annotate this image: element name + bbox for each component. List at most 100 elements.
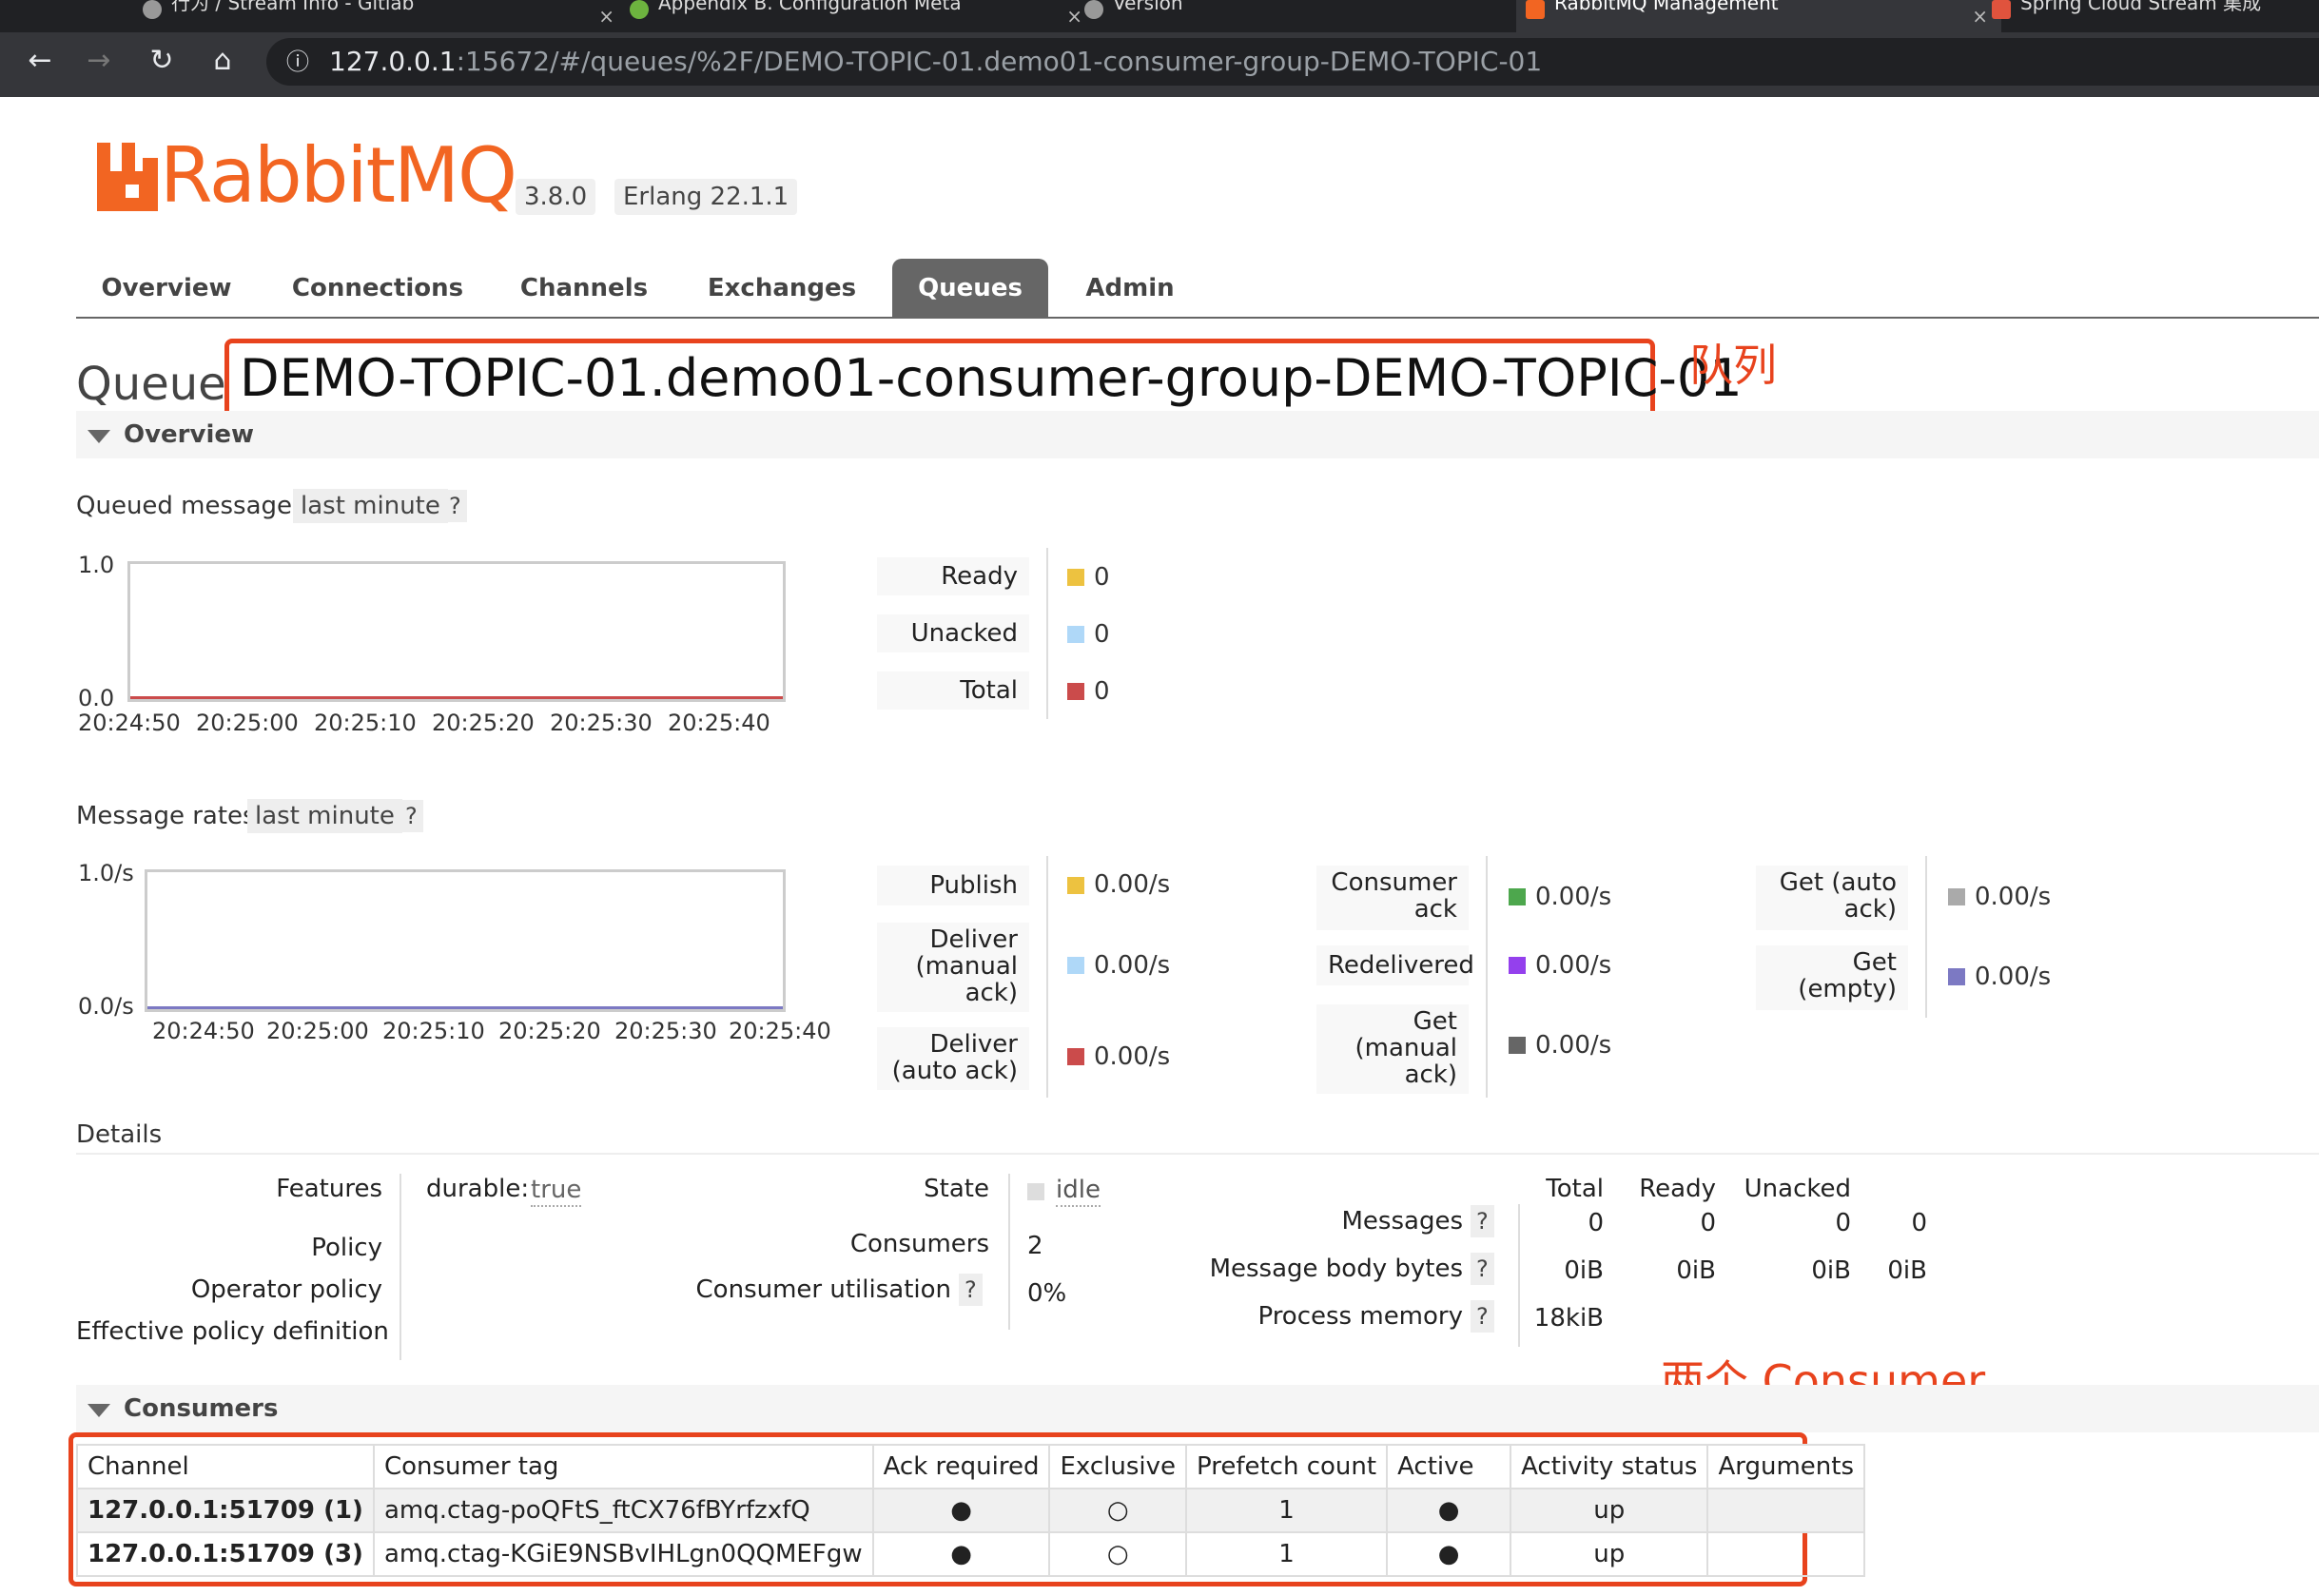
help-button[interactable]: ? [443,490,467,522]
messages-unacked: 0 [1835,1209,1851,1237]
tab-admin[interactable]: Admin [1073,259,1187,318]
legend-redelivered-swatch [1509,957,1526,974]
legend-get-empty-value: 0.00/s [1975,963,2052,991]
consumers-section-title[interactable]: Consumers [124,1385,278,1432]
queue-name: DEMO-TOPIC-01.demo01-consumer-group-DEMO… [240,348,1743,408]
operator-policy-label: Operator policy [190,1275,382,1304]
home-button[interactable]: ⌂ [204,42,242,80]
bytes-ready: 0iB [1676,1256,1716,1285]
url-text[interactable]: 127.0.0.1:15672/#/queues/%2F/DEMO-TOPIC-… [329,42,1542,82]
browser-tab[interactable]: 行为 / Stream Info - Gitlab × [133,0,628,32]
x-tick: 20:25:40 [729,1018,831,1044]
tab-connections[interactable]: Connections [278,259,477,318]
activity-status: up [1510,1531,1709,1577]
bytes-extra: 0iB [1887,1256,1927,1285]
help-button[interactable]: ? [1471,1300,1494,1333]
back-button[interactable]: ← [21,42,59,80]
erlang-badge: Erlang 22.1.1 [614,179,798,215]
forward-button[interactable]: → [80,42,118,80]
legend-deliver-manual-value: 0.00/s [1094,951,1171,980]
legend-ready-swatch [1067,569,1084,586]
x-tick: 20:25:40 [668,710,770,736]
details-divider-line [1008,1174,1010,1330]
legend-consumer-ack-swatch [1509,888,1526,905]
browser-tab[interactable]: Appendix B. Configuration Meta × [620,0,1096,32]
x-tick: 20:25:20 [498,1018,601,1044]
consumers-table-wrap: Channel Consumer tag Ack required Exclus… [76,1444,1866,1577]
x-tick: 20:24:50 [152,1018,255,1044]
process-memory-value: 18kiB [1533,1304,1604,1333]
arguments [1706,1488,1866,1533]
x-tick: 20:25:10 [314,710,417,736]
collapse-triangle-icon[interactable] [88,1404,110,1417]
reload-button[interactable]: ↻ [143,42,181,80]
tab-overview[interactable]: Overview [86,259,247,318]
browser-tab[interactable]: Spring Cloud Stream 集成 [1982,0,2319,32]
table-header-row: Channel Consumer tag Ack required Exclus… [76,1444,1866,1489]
help-button[interactable]: ? [399,800,423,832]
legend-divider [1925,856,1927,1018]
browser-tab-active[interactable]: RabbitMQ Management × [1516,0,2001,32]
x-tick: 20:24:50 [78,710,181,736]
browser-tab[interactable]: Version × [1075,0,1550,32]
collapse-triangle-icon[interactable] [88,430,110,443]
utilisation-label: Consumer utilisation [695,1275,951,1304]
consumers-value: 2 [1027,1232,1043,1260]
active-icon: ● [1386,1531,1512,1577]
channel-link[interactable]: 127.0.0.1:51709 (1) [76,1488,375,1533]
tab-queues[interactable]: Queues [892,259,1048,318]
durable-key: durable: [426,1175,530,1203]
consumers-label: Consumers [849,1230,989,1258]
x-tick: 20:25:30 [550,710,653,736]
close-icon[interactable]: × [598,0,614,32]
legend-deliver-manual-label: Deliver (manual ack) [877,923,1029,1012]
overview-section-header[interactable] [76,411,2319,458]
x-tick: 20:25:30 [614,1018,717,1044]
help-button[interactable]: ? [959,1274,983,1306]
legend-publish-label: Publish [877,866,1029,905]
messages-total: 0 [1588,1209,1604,1237]
legend-consumer-ack-value: 0.00/s [1535,883,1612,911]
range-selector[interactable]: last minute [247,799,402,833]
queued-messages-label: Queued messages [76,492,305,520]
activity-status: up [1510,1488,1709,1533]
col-active: Active [1386,1444,1512,1489]
site-info-icon[interactable]: ⓘ [282,46,314,78]
utilisation-value: 0% [1027,1279,1067,1308]
legend-get-manual-label: Get (manual ack) [1316,1004,1469,1094]
tab-favicon-icon [1992,0,2011,19]
col-arguments: Arguments [1706,1444,1866,1489]
tab-favicon-icon [143,0,162,19]
details-divider [76,1153,2319,1155]
policy-label: Policy [311,1234,382,1262]
messages-label: Messages [1341,1207,1464,1236]
details-divider-line [399,1174,401,1360]
overview-section-title[interactable]: Overview [124,411,254,458]
legend-unacked-swatch [1067,626,1084,643]
help-button[interactable]: ? [1471,1253,1494,1285]
exclusive-icon: ○ [1048,1531,1187,1577]
col-channel: Channel [76,1444,375,1489]
y-axis-max: 1.0 [78,552,115,578]
message-rates-chart [145,869,786,1012]
legend-total-label: Total [877,671,1029,710]
range-selector[interactable]: last minute [293,489,448,523]
help-button[interactable]: ? [1471,1205,1494,1237]
details-divider-line [1518,1204,1520,1347]
tab-label: RabbitMQ Management [1554,0,1779,14]
tab-favicon-icon [630,0,649,19]
tab-exchanges[interactable]: Exchanges [694,259,869,318]
col-unacked: Unacked [1744,1175,1851,1203]
prefetch-count: 1 [1184,1531,1389,1577]
tab-channels[interactable]: Channels [506,259,662,318]
chart-series-line [130,696,783,699]
legend-get-auto-label: Get (auto ack) [1756,866,1908,930]
channel-link[interactable]: 127.0.0.1:51709 (3) [76,1531,375,1577]
durable-value: true [531,1175,582,1207]
bytes-total: 0iB [1564,1256,1604,1285]
table-row: 127.0.0.1:51709 (1) amq.ctag-poQFtS_ftCX… [76,1488,1866,1533]
y-axis-min: 0.0 [78,685,115,711]
consumers-section-header[interactable] [76,1385,2319,1432]
legend-get-auto-swatch [1948,888,1965,905]
features-label: Features [276,1175,382,1203]
